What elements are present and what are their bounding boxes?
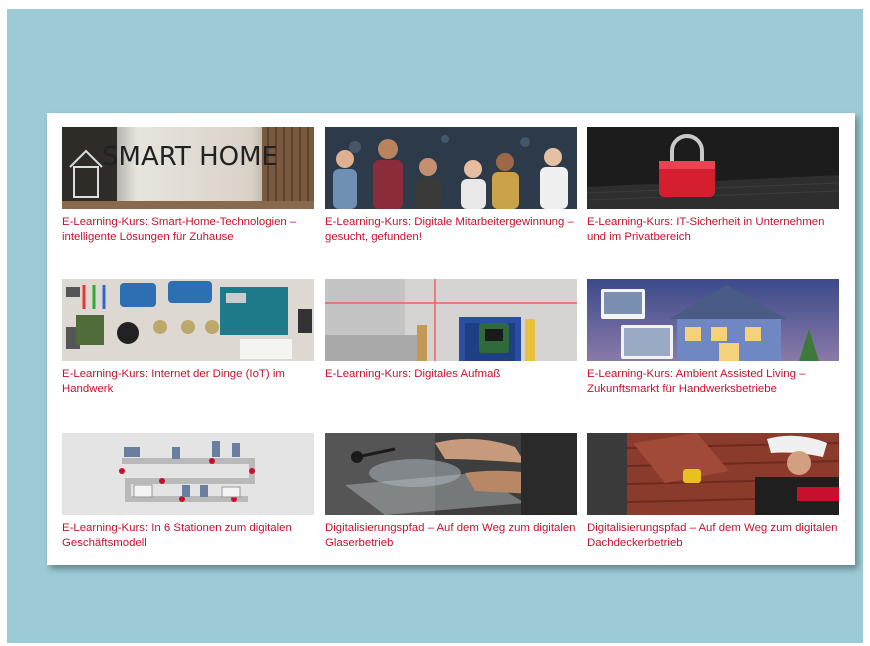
course-tile-business-model[interactable]: E-Learning-Kurs: In 6 Stationen zum digi… <box>62 433 314 551</box>
red-padlock-on-laptop-image[interactable] <box>587 127 839 209</box>
glazier-cutting-glass-image[interactable] <box>325 433 577 515</box>
course-title-link[interactable]: Digitalisierungspfad – Auf dem Weg zum d… <box>587 521 839 551</box>
course-tile-digital-measuring[interactable]: E-Learning-Kurs: Digitales Aufmaß <box>325 279 577 382</box>
course-title-link[interactable]: E-Learning-Kurs: Digitales Aufmaß <box>325 367 577 382</box>
course-tile-iot[interactable]: E-Learning-Kurs: Internet der Dinge (IoT… <box>62 279 314 397</box>
course-title-link[interactable]: E-Learning-Kurs: In 6 Stationen zum digi… <box>62 521 314 551</box>
course-title-link[interactable]: E-Learning-Kurs: Internet der Dinge (IoT… <box>62 367 314 397</box>
business-model-stations-diagram-image[interactable] <box>62 433 314 515</box>
smart-home-sign-text: SMART HOME <box>102 142 278 172</box>
course-tile-glazier[interactable]: Digitalisierungspfad – Auf dem Weg zum d… <box>325 433 577 551</box>
page-background: SMART HOME E-Learning-Kurs: Smart-Home-T… <box>7 9 863 643</box>
course-grid-card: SMART HOME E-Learning-Kurs: Smart-Home-T… <box>47 113 855 565</box>
course-tile-ambient-assisted-living[interactable]: E-Learning-Kurs: Ambient Assisted Living… <box>587 279 839 397</box>
smart-home-sign-image[interactable]: SMART HOME <box>62 127 314 209</box>
course-title-link[interactable]: E-Learning-Kurs: Smart-Home-Technologien… <box>62 215 314 245</box>
course-tile-smart-home[interactable]: SMART HOME E-Learning-Kurs: Smart-Home-T… <box>62 127 314 245</box>
course-title-link[interactable]: E-Learning-Kurs: Digitale Mitarbeitergew… <box>325 215 577 245</box>
arduino-electronics-image[interactable] <box>62 279 314 361</box>
course-tile-roofer[interactable]: Digitalisierungspfad – Auf dem Weg zum d… <box>587 433 839 551</box>
smart-house-with-devices-image[interactable] <box>587 279 839 361</box>
course-title-link[interactable]: E-Learning-Kurs: IT-Sicherheit in Untern… <box>587 215 839 245</box>
laser-measuring-device-image[interactable] <box>325 279 577 361</box>
group-of-people-image[interactable] <box>325 127 577 209</box>
course-tile-it-security[interactable]: E-Learning-Kurs: IT-Sicherheit in Untern… <box>587 127 839 245</box>
roofer-laying-tiles-image[interactable] <box>587 433 839 515</box>
course-title-link[interactable]: Digitalisierungspfad – Auf dem Weg zum d… <box>325 521 577 551</box>
course-tile-recruiting[interactable]: E-Learning-Kurs: Digitale Mitarbeitergew… <box>325 127 577 245</box>
course-title-link[interactable]: E-Learning-Kurs: Ambient Assisted Living… <box>587 367 839 397</box>
